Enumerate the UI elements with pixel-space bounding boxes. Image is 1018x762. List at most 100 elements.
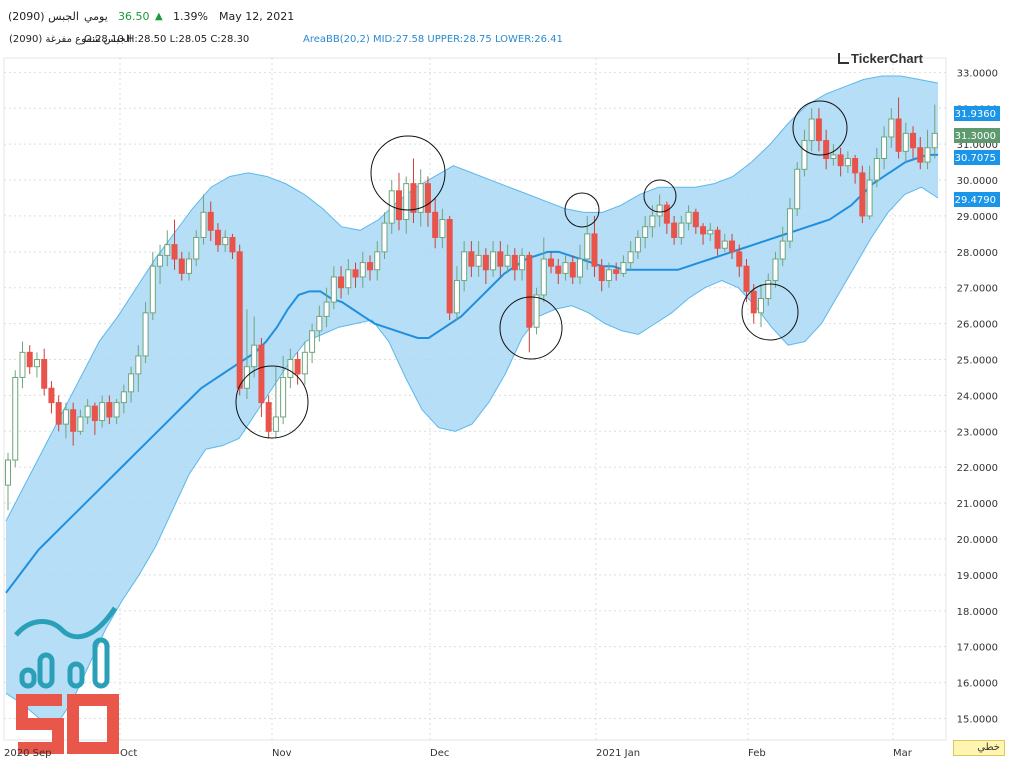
candle-body — [902, 132, 909, 152]
candle-body — [910, 132, 917, 149]
price-badge-label: 31.9360 — [955, 109, 996, 120]
candle-body — [634, 236, 641, 253]
candle-body — [229, 236, 236, 253]
candle-body — [26, 351, 33, 368]
candle-body — [222, 236, 229, 246]
candle-body — [736, 251, 743, 267]
y-tick-label: 20.0000 — [957, 535, 998, 546]
candle-body — [526, 254, 533, 328]
candle-body — [424, 183, 431, 213]
candle-body — [605, 269, 612, 282]
candle-body — [511, 254, 518, 271]
candle-body — [924, 147, 931, 163]
y-tick-label: 23.0000 — [957, 427, 998, 438]
candle-body — [461, 251, 468, 282]
candle-body — [620, 262, 627, 274]
candle-body — [323, 301, 330, 317]
candle-body — [678, 222, 685, 238]
candle-body — [164, 244, 171, 256]
y-tick-label: 25.0000 — [957, 356, 998, 367]
candle-body — [750, 290, 757, 314]
candle-body — [757, 297, 764, 314]
y-tick-label: 21.0000 — [957, 499, 998, 510]
candle-body — [251, 344, 258, 368]
candle-body — [729, 240, 736, 253]
x-tick-label: Feb — [748, 748, 766, 759]
candle-body — [149, 265, 156, 314]
candle-body — [410, 183, 417, 213]
candle-body — [359, 262, 366, 278]
candle-body — [859, 172, 866, 217]
y-tick-label: 26.0000 — [957, 320, 998, 331]
candle-body — [649, 215, 656, 228]
candle-body — [707, 229, 714, 235]
time-axis[interactable]: 2020 Sep Oct Nov Dec 2021 Jan Feb Mar — [4, 748, 913, 759]
candle-body — [475, 254, 482, 267]
candle-body — [453, 280, 460, 314]
candle-body — [272, 416, 279, 432]
candle-body — [685, 211, 692, 224]
candle-body — [316, 315, 323, 332]
candle-body — [446, 219, 453, 314]
candle-body — [200, 211, 207, 238]
candle-body — [721, 240, 728, 249]
candle-body — [613, 269, 620, 274]
y-tick-label: 19.0000 — [957, 571, 998, 582]
candle-body — [844, 158, 851, 167]
candle-body — [562, 262, 569, 274]
candle-body — [55, 402, 62, 425]
candle-body — [171, 244, 178, 260]
candle-body — [692, 211, 699, 228]
candle-body — [265, 402, 272, 432]
y-tick-label: 33.0000 — [957, 68, 998, 79]
tickerchart-brand: TickerChart — [838, 51, 923, 66]
candle-body — [801, 140, 808, 170]
candle-body — [5, 459, 11, 486]
candle-body — [714, 229, 721, 249]
candle-body — [656, 204, 663, 217]
candle-body — [497, 251, 504, 267]
candle-body — [888, 118, 895, 138]
candle-body — [808, 118, 815, 142]
candle-body — [352, 269, 359, 278]
candle-body — [548, 258, 555, 267]
y-tick-label: 17.0000 — [957, 643, 998, 654]
candle-body — [468, 251, 475, 267]
candle-body — [338, 276, 345, 289]
price-badge-label: 31.3000 — [955, 131, 996, 142]
price-chart[interactable]: 33.000032.000031.000030.000029.000028.00… — [0, 0, 1018, 762]
candle-body — [743, 265, 750, 292]
candle-body — [439, 219, 446, 238]
candle-body — [41, 359, 48, 389]
candle-body — [91, 405, 98, 422]
candle-body — [128, 373, 135, 393]
brand-label: TickerChart — [851, 51, 924, 66]
candle-body — [77, 416, 84, 432]
x-tick-label: Oct — [120, 748, 137, 759]
candle-body — [765, 280, 772, 299]
y-tick-label: 27.0000 — [957, 284, 998, 295]
scale-type-button[interactable]: خطي — [953, 740, 1005, 756]
candle-body — [779, 240, 786, 260]
candle-body — [330, 276, 337, 303]
candle-body — [301, 351, 308, 375]
candle-body — [830, 154, 837, 160]
candle-body — [504, 254, 511, 267]
candle-body — [569, 262, 576, 278]
candle-body — [700, 226, 707, 235]
candle-body — [540, 258, 547, 296]
y-tick-label: 18.0000 — [957, 607, 998, 618]
price-axis[interactable]: 33.000032.000031.000030.000029.000028.00… — [954, 68, 1000, 725]
candle-body — [837, 154, 844, 167]
candle-body — [671, 222, 678, 238]
candle-body — [157, 254, 164, 267]
candle-body — [381, 222, 388, 253]
candle-body — [490, 251, 497, 271]
y-tick-label: 29.0000 — [957, 212, 998, 223]
candle-body — [48, 387, 55, 404]
candle-body — [881, 136, 888, 160]
candle-body — [374, 251, 381, 271]
candle-body — [135, 355, 142, 375]
candle-body — [106, 402, 113, 418]
candle-body — [142, 312, 149, 357]
